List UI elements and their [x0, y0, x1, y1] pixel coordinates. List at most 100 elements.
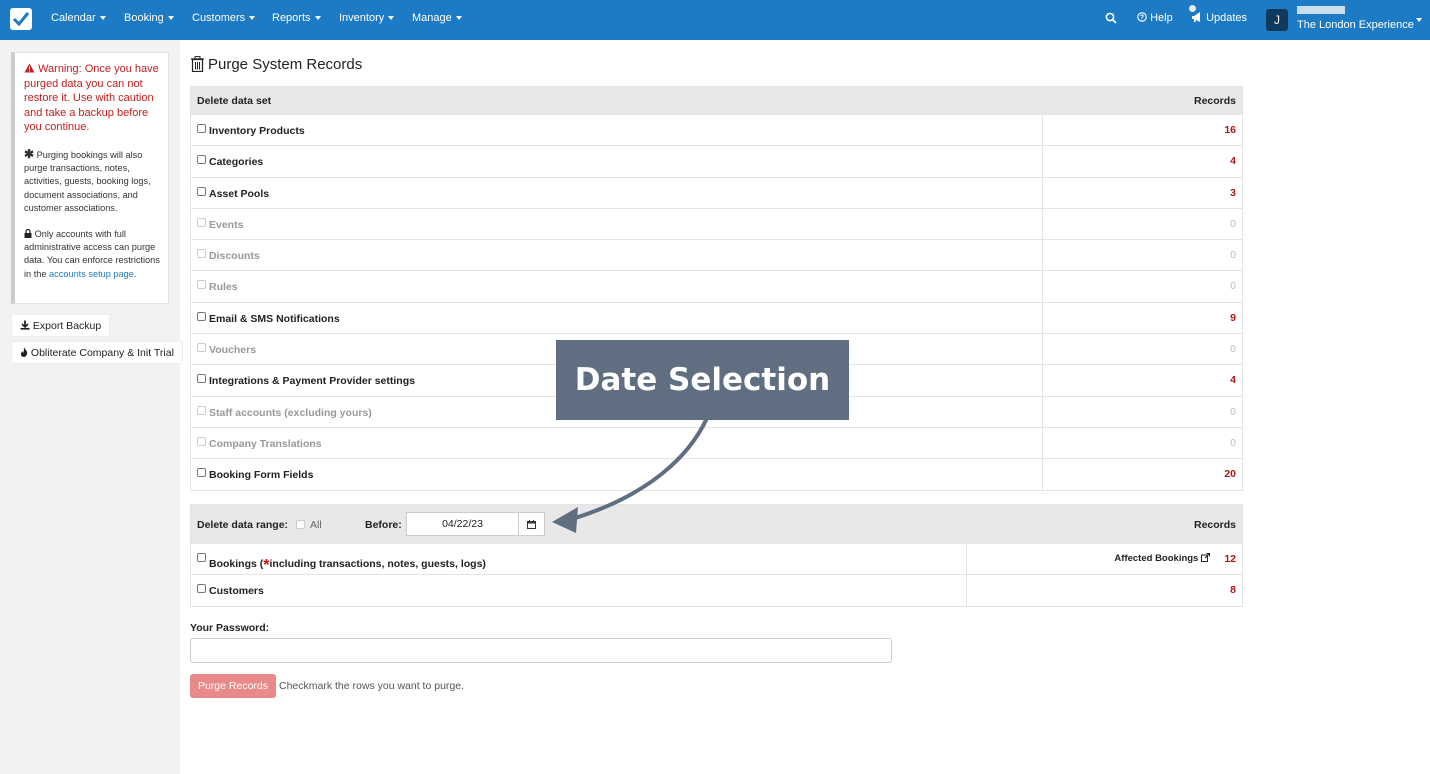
trash-icon — [191, 56, 204, 72]
row-count: 0 — [1230, 280, 1236, 293]
table-row: Inventory Products 16 — [191, 114, 1242, 146]
bookings-count: 12 — [1224, 553, 1236, 565]
table-row: Email & SMS Notifications 9 — [191, 301, 1242, 334]
lock-icon — [24, 228, 32, 238]
chevron-down-icon[interactable] — [1416, 18, 1422, 22]
row-count: 0 — [1230, 217, 1236, 230]
row-checkbox[interactable] — [197, 468, 206, 478]
chevron-down-icon — [99, 16, 106, 21]
notification-dot — [1189, 5, 1196, 12]
nav-booking[interactable]: Booking — [124, 12, 174, 24]
page-title: Purge System Records — [208, 56, 363, 73]
customers-row: Customers 8 — [191, 574, 1242, 606]
delete-range-label: Delete data range: — [197, 519, 289, 531]
all-label: All — [310, 519, 322, 531]
fire-icon — [20, 347, 28, 357]
svg-text:?: ? — [1140, 15, 1144, 22]
row-label: Events — [209, 218, 244, 231]
row-label: Email & SMS Notifications — [209, 312, 340, 325]
row-count: 16 — [1224, 124, 1236, 136]
row-checkbox[interactable] — [197, 374, 206, 384]
row-label: Vouchers — [209, 344, 257, 357]
before-date-input[interactable]: 04/22/23 — [406, 512, 519, 536]
nav-customers[interactable]: Customers — [192, 12, 256, 24]
all-checkbox[interactable] — [296, 520, 305, 529]
affected-bookings-link[interactable]: Affected Bookings — [1114, 553, 1210, 564]
warning-box: Warning: Once you have purged data you c… — [11, 52, 169, 304]
external-link-icon — [1201, 553, 1210, 562]
row-count: 4 — [1230, 374, 1236, 387]
nav-manage[interactable]: Manage — [412, 12, 462, 24]
app-logo-icon[interactable] — [10, 8, 32, 30]
row-label: Inventory Products — [209, 125, 305, 137]
purge-hint: Checkmark the rows you want to purge. — [279, 680, 465, 692]
row-checkbox[interactable] — [197, 155, 206, 165]
chevron-down-icon — [455, 16, 462, 21]
password-input[interactable] — [190, 638, 892, 663]
download-icon — [20, 320, 30, 330]
warning-message: Warning: Once you have purged data you c… — [24, 63, 159, 134]
password-label: Your Password: — [190, 622, 270, 634]
header-delete-data-set: Delete data set — [197, 95, 272, 107]
table-header: Delete data set Records — [191, 87, 1242, 114]
nav-inventory[interactable]: Inventory — [339, 12, 395, 24]
row-count: 0 — [1230, 343, 1236, 356]
row-checkbox[interactable] — [197, 124, 206, 133]
megaphone-icon — [1192, 12, 1200, 22]
bookings-label: Bookings (*including transactions, notes… — [209, 557, 486, 574]
accounts-setup-link[interactable]: accounts setup page — [49, 269, 134, 279]
export-backup-button[interactable]: Export Backup — [11, 314, 111, 337]
table-row: Rules 0 — [191, 270, 1242, 302]
row-checkbox — [197, 343, 206, 353]
table-row: Categories 4 — [191, 145, 1242, 177]
callout-arrow-icon — [552, 417, 709, 533]
help-link[interactable]: ? Help — [1137, 12, 1173, 24]
date-selection-callout: Date Selection — [556, 340, 849, 420]
header-records: Records — [1193, 519, 1236, 531]
row-count: 0 — [1230, 249, 1236, 262]
row-checkbox — [197, 280, 206, 290]
user-name-redacted — [1297, 6, 1345, 14]
chevron-down-icon — [249, 16, 256, 21]
bookings-checkbox[interactable] — [197, 553, 206, 562]
row-checkbox — [197, 436, 206, 446]
obliterate-company-button[interactable]: Obliterate Company & Init Trial — [11, 341, 183, 364]
row-checkbox[interactable] — [197, 186, 206, 196]
row-label: Staff accounts (excluding yours) — [209, 406, 372, 419]
row-checkbox[interactable] — [197, 311, 206, 321]
asterisk-icon: ✱ — [24, 146, 35, 161]
customers-label: Customers — [209, 585, 264, 598]
row-label: Discounts — [209, 250, 260, 263]
search-icon — [1105, 12, 1117, 24]
company-name[interactable]: The London Experience — [1297, 19, 1414, 31]
customers-checkbox[interactable] — [197, 584, 206, 594]
row-count: 0 — [1230, 405, 1236, 418]
row-count: 4 — [1230, 155, 1236, 168]
search-button[interactable] — [1105, 12, 1117, 27]
table-row: Asset Pools 3 — [191, 176, 1242, 208]
help-circle-icon: ? — [1137, 12, 1147, 22]
row-count: 20 — [1224, 468, 1236, 481]
row-count: 3 — [1230, 186, 1236, 199]
calendar-icon — [527, 520, 536, 529]
nav-reports[interactable]: Reports — [272, 12, 321, 24]
row-label: Integrations & Payment Provider settings — [209, 375, 415, 388]
table-row: Events 0 — [191, 207, 1242, 240]
sidebar: Warning: Once you have purged data you c… — [0, 40, 183, 774]
nav-calendar[interactable]: Calendar — [51, 12, 106, 24]
row-checkbox — [197, 217, 206, 227]
purge-records-button[interactable]: Purge Records — [190, 674, 276, 698]
top-navbar: Calendar Booking Customers Reports Inven… — [0, 0, 1430, 40]
row-label: Company Translations — [209, 437, 322, 450]
before-label: Before: — [365, 519, 402, 531]
row-label: Categories — [209, 156, 264, 169]
updates-link[interactable]: Updates — [1191, 12, 1247, 24]
avatar[interactable]: J — [1266, 9, 1288, 31]
access-note: Only accounts with full administrative a… — [24, 228, 160, 279]
bookings-row: Bookings (*including transactions, notes… — [191, 543, 1242, 575]
row-count: 9 — [1230, 311, 1236, 324]
chevron-down-icon — [314, 16, 321, 21]
row-label: Booking Form Fields — [209, 469, 314, 482]
chevron-down-icon — [167, 16, 174, 21]
row-label: Asset Pools — [209, 187, 270, 200]
